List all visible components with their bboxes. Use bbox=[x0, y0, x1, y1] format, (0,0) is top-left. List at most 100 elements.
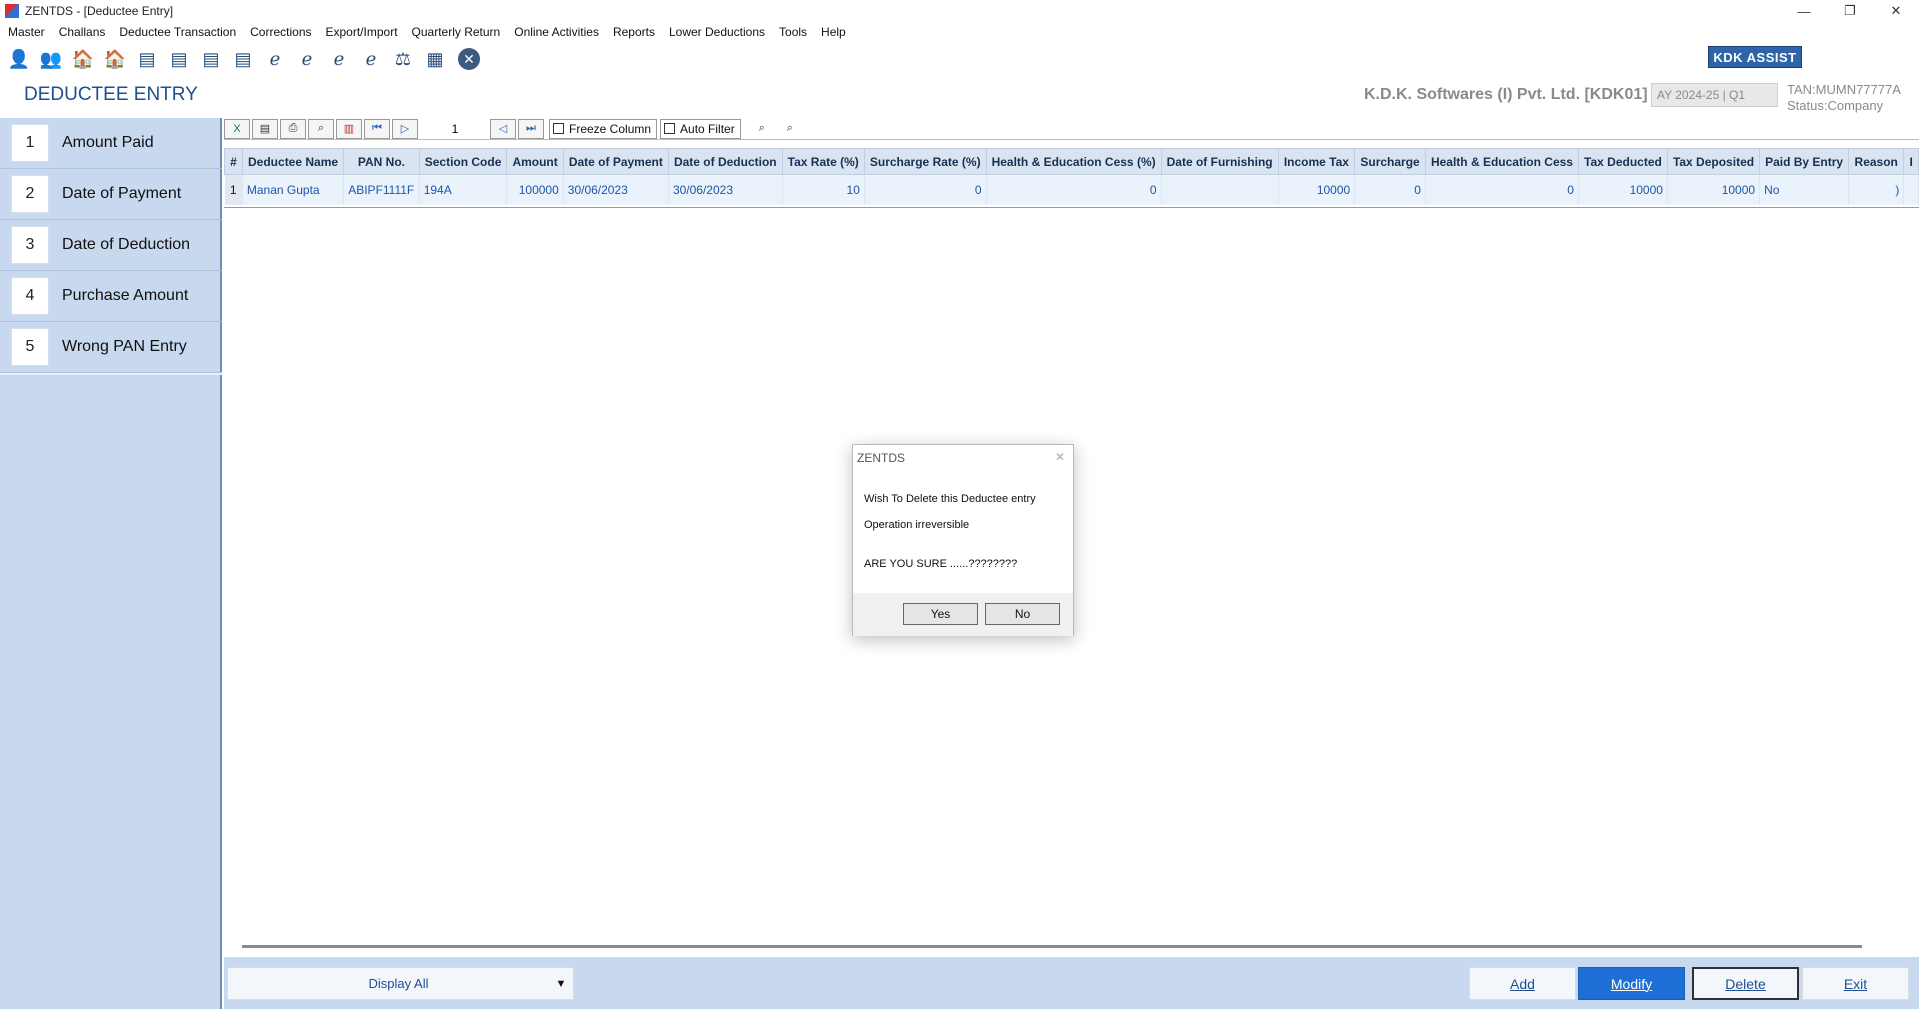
deductor-icon[interactable]: 👤 bbox=[6, 46, 32, 72]
surcharge-cell[interactable]: 0 bbox=[1354, 174, 1426, 205]
tax-deposited-cell[interactable]: 10000 bbox=[1667, 174, 1761, 205]
column-header[interactable]: # bbox=[224, 148, 243, 175]
column-header[interactable]: Amount bbox=[506, 148, 564, 175]
delete-button[interactable]: Delete bbox=[1692, 967, 1799, 1000]
modify-button[interactable]: Modify bbox=[1578, 967, 1685, 1000]
column-header[interactable]: Tax Deposited bbox=[1666, 148, 1761, 175]
e-26q-icon[interactable]: ℯ bbox=[294, 46, 320, 72]
minimize-button[interactable]: — bbox=[1781, 0, 1827, 22]
add-button[interactable]: Add bbox=[1469, 967, 1576, 1000]
close-window-button[interactable]: ✕ bbox=[1873, 0, 1919, 22]
freeze-column-checkbox[interactable]: Freeze Column bbox=[549, 118, 658, 139]
column-header[interactable]: Deductee Name bbox=[241, 148, 345, 175]
tax-deducted-cell[interactable]: 10000 bbox=[1578, 174, 1668, 205]
e-27q-icon[interactable]: ℯ bbox=[326, 46, 352, 72]
column-header[interactable]: Date of Payment bbox=[562, 148, 669, 175]
form-24q-icon[interactable]: ▤ bbox=[134, 46, 160, 72]
e-24q-icon[interactable]: ℯ bbox=[262, 46, 288, 72]
menu-help[interactable]: Help bbox=[821, 25, 846, 39]
no-button[interactable]: No bbox=[985, 603, 1060, 625]
restore-button[interactable]: ❐ bbox=[1827, 0, 1873, 22]
yes-button[interactable]: Yes bbox=[903, 603, 978, 625]
last-page-icon[interactable]: ⏭ bbox=[518, 118, 544, 139]
column-header[interactable]: Section Code bbox=[418, 148, 508, 175]
excel-export-icon[interactable]: X bbox=[224, 118, 250, 139]
column-header[interactable]: I bbox=[1903, 148, 1919, 175]
surcharge-rate-cell[interactable]: 0 bbox=[864, 174, 987, 205]
column-header[interactable]: Surcharge bbox=[1354, 148, 1426, 175]
column-header[interactable]: Paid By Entry bbox=[1759, 148, 1850, 175]
menu-export-import[interactable]: Export/Import bbox=[326, 25, 398, 39]
menu-master[interactable]: Master bbox=[8, 25, 45, 39]
column-header[interactable]: Health & Education Cess bbox=[1424, 148, 1579, 175]
date-of-payment-cell[interactable]: 30/06/2023 bbox=[563, 174, 669, 205]
page-number[interactable]: 1 bbox=[420, 119, 490, 139]
reason-cell[interactable]: ) bbox=[1848, 174, 1905, 205]
print-icon[interactable]: ⎙ bbox=[280, 118, 306, 139]
e-27eq-icon[interactable]: ℯ bbox=[358, 46, 384, 72]
delete-confirm-dialog: ZENTDS ✕ Wish To Delete this Deductee en… bbox=[852, 444, 1074, 636]
sidebar-item-wrong-pan-entry[interactable]: 5 Wrong PAN Entry bbox=[0, 322, 222, 373]
extra-cell[interactable] bbox=[1903, 174, 1919, 205]
column-header[interactable]: Tax Deducted bbox=[1577, 148, 1668, 175]
cess-cell[interactable]: 0 bbox=[1425, 174, 1579, 205]
sidebar-item-purchase-amount[interactable]: 4 Purchase Amount bbox=[0, 271, 222, 322]
form-26q-icon[interactable]: ▤ bbox=[166, 46, 192, 72]
auto-filter-checkbox[interactable]: Auto Filter bbox=[660, 118, 741, 139]
column-header[interactable]: Date of Furnishing bbox=[1160, 148, 1279, 175]
calculator-icon[interactable]: ▦ bbox=[422, 46, 448, 72]
section-code-cell[interactable]: 194A bbox=[419, 174, 508, 205]
menu-online-activities[interactable]: Online Activities bbox=[514, 25, 599, 39]
close-icon[interactable]: ✕ bbox=[1055, 450, 1065, 464]
date-of-furnishing-cell[interactable] bbox=[1161, 174, 1279, 205]
search-icon[interactable]: ⌕ bbox=[308, 118, 334, 139]
tds-icon[interactable]: ⚖ bbox=[390, 46, 416, 72]
kdk-assist-button[interactable]: KDK ASSIST bbox=[1708, 46, 1802, 68]
deductee-master-icon[interactable]: 🏠 bbox=[70, 46, 96, 72]
column-header[interactable]: Income Tax bbox=[1277, 148, 1356, 175]
find-icon[interactable]: ⌕ bbox=[749, 119, 775, 139]
menu-challans[interactable]: Challans bbox=[59, 25, 106, 39]
horizontal-scrollbar[interactable] bbox=[242, 945, 1862, 948]
sidebar-item-date-of-payment[interactable]: 2 Date of Payment bbox=[0, 169, 222, 220]
column-chooser-icon[interactable]: ▥ bbox=[336, 118, 362, 139]
tax-rate-cell[interactable]: 10 bbox=[782, 174, 865, 205]
column-header[interactable]: PAN No. bbox=[343, 148, 420, 175]
menu-deductee-transaction[interactable]: Deductee Transaction bbox=[119, 25, 236, 39]
income-tax-cell[interactable]: 10000 bbox=[1278, 174, 1356, 205]
table-divider bbox=[224, 207, 1919, 208]
table-row[interactable]: 1 Manan Gupta ABIPF1111F 194A 100000 30/… bbox=[224, 174, 1919, 205]
csv-export-icon[interactable]: ▤ bbox=[252, 118, 278, 139]
menu-corrections[interactable]: Corrections bbox=[250, 25, 311, 39]
form-27eq-icon[interactable]: ▤ bbox=[230, 46, 256, 72]
date-of-deduction-cell[interactable]: 30/06/2023 bbox=[668, 174, 783, 205]
sidebar-item-date-of-deduction[interactable]: 3 Date of Deduction bbox=[0, 220, 222, 271]
menu-tools[interactable]: Tools bbox=[779, 25, 807, 39]
pan-cell[interactable]: ABIPF1111F bbox=[343, 174, 420, 205]
column-header[interactable]: Health & Education Cess (%) bbox=[985, 148, 1162, 175]
sidebar-item-amount-paid[interactable]: 1 Amount Paid bbox=[0, 118, 222, 169]
column-header[interactable]: Tax Rate (%) bbox=[781, 148, 865, 175]
amount-cell[interactable]: 100000 bbox=[506, 174, 564, 205]
menu-lower-deductions[interactable]: Lower Deductions bbox=[669, 25, 765, 39]
previous-page-icon[interactable]: ▷ bbox=[392, 118, 418, 139]
employee-master-icon[interactable]: 🏠 bbox=[102, 46, 128, 72]
find-next-icon[interactable]: ⌕ bbox=[777, 119, 803, 139]
form-27q-icon[interactable]: ▤ bbox=[198, 46, 224, 72]
menu-quarterly-return[interactable]: Quarterly Return bbox=[412, 25, 501, 39]
close-screen-icon[interactable]: ✕ bbox=[458, 48, 480, 70]
paid-by-entry-cell[interactable]: No bbox=[1759, 174, 1850, 205]
column-header[interactable]: Surcharge Rate (%) bbox=[863, 148, 987, 175]
next-page-icon[interactable]: ◁ bbox=[490, 118, 516, 139]
deductee-name-cell[interactable]: Manan Gupta bbox=[242, 174, 345, 205]
cess-rate-cell[interactable]: 0 bbox=[986, 174, 1162, 205]
column-header[interactable]: Reason bbox=[1848, 148, 1905, 175]
first-page-icon[interactable]: ⏮ bbox=[364, 118, 390, 139]
assessment-year-select[interactable]: AY 2024-25 | Q1 bbox=[1651, 83, 1778, 107]
sidebar-item-label: Purchase Amount bbox=[62, 287, 189, 304]
menu-reports[interactable]: Reports bbox=[613, 25, 655, 39]
deductees-icon[interactable]: 👥 bbox=[38, 46, 64, 72]
exit-button[interactable]: Exit bbox=[1802, 967, 1909, 1000]
column-header[interactable]: Date of Deduction bbox=[667, 148, 783, 175]
display-filter-select[interactable]: Display All ▼ bbox=[227, 967, 574, 1000]
